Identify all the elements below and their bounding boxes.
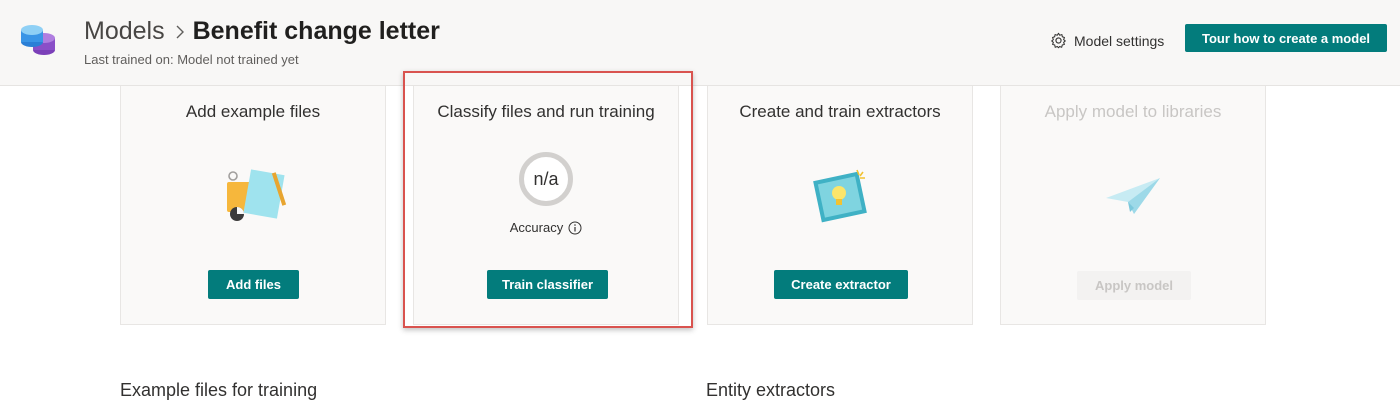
- page-title: Benefit change letter: [192, 17, 440, 45]
- card-title: Classify files and run training: [437, 102, 655, 121]
- card-add-example-files: Add example files Add files: [120, 86, 386, 325]
- card-classify-files: Classify files and run training n/a Accu…: [413, 86, 679, 325]
- breadcrumb: Models Benefit change letter: [84, 17, 440, 46]
- files-illustration: [227, 169, 287, 221]
- info-icon[interactable]: [568, 221, 582, 235]
- last-trained-text: Last trained on: Model not trained yet: [84, 52, 299, 67]
- card-title: Add example files: [185, 102, 321, 121]
- model-settings-label: Model settings: [1074, 32, 1165, 49]
- accuracy-label: Accuracy: [509, 220, 564, 235]
- model-settings-button[interactable]: Model settings: [1050, 32, 1164, 49]
- tour-create-model-button[interactable]: Tour how to create a model: [1185, 24, 1387, 52]
- card-title: Apply model to libraries: [1044, 102, 1222, 121]
- card-apply-model: Apply model to libraries Apply model: [1000, 86, 1266, 325]
- chevron-right-icon: [175, 24, 185, 40]
- entity-extractors-section-title: Entity extractors: [706, 380, 836, 400]
- example-files-section-title: Example files for training: [120, 380, 318, 400]
- accuracy-label-row: Accuracy: [414, 220, 678, 235]
- extractor-illustration: [813, 169, 867, 223]
- apply-model-button: Apply model: [1077, 271, 1191, 300]
- accuracy-ring: n/a: [519, 152, 573, 206]
- add-files-button[interactable]: Add files: [208, 270, 299, 299]
- syntex-logo-icon: [21, 25, 55, 55]
- card-create-extractors: Create and train extractors Create extra…: [707, 86, 973, 325]
- paper-plane-illustration: [1106, 178, 1160, 214]
- page-header: Models Benefit change letter Last traine…: [0, 0, 1400, 86]
- card-title: Create and train extractors: [739, 102, 941, 121]
- breadcrumb-models-link[interactable]: Models: [84, 17, 165, 46]
- create-extractor-button[interactable]: Create extractor: [774, 270, 908, 299]
- gear-icon: [1051, 32, 1066, 49]
- train-classifier-button[interactable]: Train classifier: [487, 270, 608, 299]
